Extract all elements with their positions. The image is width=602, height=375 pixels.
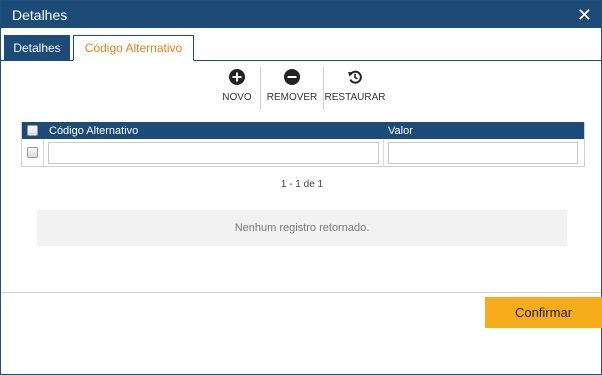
close-icon[interactable]: ✕	[577, 6, 592, 24]
dialog-title: Detalhes	[12, 6, 68, 23]
minus-circle-icon	[284, 69, 300, 85]
select-all-cell	[22, 125, 43, 136]
confirm-button[interactable]: Confirmar	[485, 297, 602, 328]
row-checkbox[interactable]	[27, 147, 38, 158]
codigo-alternativo-input[interactable]	[48, 142, 379, 164]
restaurar-label: RESTAURAR	[324, 92, 386, 103]
tab-bar: Detalhes Código Alternativo	[1, 28, 601, 61]
plus-circle-icon	[229, 69, 245, 85]
codes-grid: Código Alternativo Valor	[21, 122, 585, 167]
title-bar: Detalhes ✕	[1, 1, 601, 28]
novo-button[interactable]: NOVO	[214, 67, 260, 111]
grid-header: Código Alternativo Valor	[22, 122, 584, 139]
column-divider	[43, 139, 44, 166]
remover-button[interactable]: REMOVER	[260, 67, 323, 111]
empty-message: Nenhum registro retornado.	[37, 210, 567, 246]
restaurar-button[interactable]: RESTAURAR	[323, 67, 386, 111]
grid-toolbar: NOVO REMOVER RESTAURAR	[214, 67, 386, 111]
column-header-codigo[interactable]: Código Alternativo	[49, 125, 138, 137]
restore-icon	[348, 70, 362, 84]
details-dialog: Detalhes ✕ Detalhes Código Alternativo N…	[0, 0, 602, 375]
footer-divider	[1, 292, 601, 293]
tab-codigo-alternativo[interactable]: Código Alternativo	[73, 35, 194, 61]
select-all-checkbox[interactable]	[27, 125, 38, 136]
column-header-valor[interactable]: Valor	[388, 125, 413, 137]
tab-detalhes[interactable]: Detalhes	[4, 35, 70, 61]
table-row	[22, 139, 584, 166]
valor-input[interactable]	[388, 142, 578, 164]
remover-label: REMOVER	[266, 92, 318, 103]
pager-info: 1 - 1 de 1	[280, 179, 324, 190]
novo-label: NOVO	[222, 92, 252, 103]
column-divider	[383, 139, 384, 166]
row-select-cell	[22, 147, 43, 158]
